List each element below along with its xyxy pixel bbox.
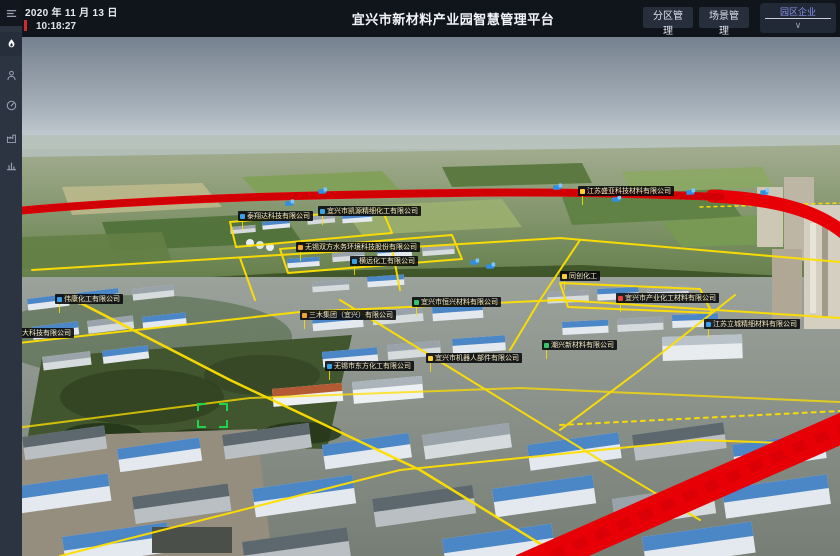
company-type-icon [352, 259, 357, 264]
fire-icon [5, 38, 18, 51]
company-name: 伟康化工有限公司 [64, 295, 120, 304]
company-label[interactable]: 伟康化工有限公司 [55, 294, 123, 304]
company-label[interactable]: 无锡市东方化工有限公司 [325, 361, 414, 371]
company-label[interactable]: 宜兴市机器人部件有限公司 [426, 353, 522, 363]
company-name: 泰翔达科技有限公司 [247, 212, 310, 221]
scene-management-button[interactable]: 场景管理 [699, 7, 749, 28]
company-name: 宜兴市凯源精细化工有限公司 [327, 207, 418, 216]
company-name: 宜兴市产业化工材料有限公司 [625, 294, 716, 303]
company-name: 同创化工 [569, 272, 597, 281]
company-label[interactable]: 江苏立城精细材料有限公司 [704, 319, 800, 329]
company-type-icon [544, 343, 549, 348]
dropdown-label: 园区企业 [760, 5, 836, 18]
company-type-icon [298, 245, 303, 250]
user-icon [5, 69, 18, 82]
personnel-button[interactable] [0, 63, 22, 87]
company-label[interactable]: 宜兴市产业化工材料有限公司 [616, 293, 719, 303]
company-type-icon [580, 189, 585, 194]
company-label[interactable]: 宜兴市恒兴材料有限公司 [412, 297, 501, 307]
company-type-icon [327, 364, 332, 369]
company-type-icon [302, 313, 307, 318]
company-name: 横远化工有限公司 [359, 257, 415, 266]
company-name: 潮兴新材料有限公司 [551, 341, 614, 350]
company-label[interactable]: 三木集团（宜兴）有限公司 [300, 310, 396, 320]
company-label[interactable]: 宜兴市凯源精细化工有限公司 [318, 206, 421, 216]
company-label[interactable]: 泰翔达科技有限公司 [238, 211, 313, 221]
company-type-icon [320, 209, 325, 214]
company-type-icon [428, 356, 433, 361]
company-type-icon [414, 300, 419, 305]
map-3d-view[interactable]: 泰翔达科技有限公司 宜兴市凯源精细化工有限公司无锡双方水务环境科技股份有限公司横远… [22, 37, 840, 556]
company-label[interactable]: 同创化工 [560, 271, 600, 281]
company-label[interactable]: 潮兴新材料有限公司 [542, 340, 617, 350]
enterprise-button[interactable] [0, 126, 22, 150]
zone-management-button[interactable]: 分区管理 [643, 7, 693, 28]
company-label[interactable]: 无锡双方水务环境科技股份有限公司 [296, 242, 420, 252]
company-name: 无锡双方水务环境科技股份有限公司 [305, 243, 417, 252]
company-name: 宜兴市恒兴材料有限公司 [421, 298, 498, 307]
company-type-icon [706, 322, 711, 327]
company-label[interactable]: 江苏盛亚科技材料有限公司 [578, 186, 674, 196]
bar-chart-icon [5, 159, 18, 172]
top-header: 2020 年 11 月 13 日 10:18:27 宜兴市新材料产业园智慧管理平… [22, 0, 840, 37]
company-name: 江苏立城精细材料有限公司 [713, 320, 797, 329]
factory-icon [5, 132, 18, 145]
company-label[interactable]: 横远化工有限公司 [350, 256, 418, 266]
company-type-icon [562, 274, 567, 279]
smart-park-platform: 2020 年 11 月 13 日 10:18:27 宜兴市新材料产业园智慧管理平… [0, 0, 840, 556]
company-type-icon [618, 296, 623, 301]
company-name: 宜兴市机器人部件有限公司 [435, 354, 519, 363]
company-label[interactable]: 宜兴市远大科技有限公司 [22, 328, 74, 338]
menu-toggle-button[interactable] [0, 0, 22, 26]
gauge-icon [5, 99, 18, 112]
company-name: 宜兴市远大科技有限公司 [22, 329, 71, 338]
company-name: 三木集团（宜兴）有限公司 [309, 311, 393, 320]
energy-button[interactable] [0, 93, 22, 117]
statistics-button[interactable] [0, 153, 22, 177]
company-name: 江苏盛亚科技材料有限公司 [587, 187, 671, 196]
menu-icon [5, 7, 18, 20]
company-type-icon [240, 214, 245, 219]
company-type-icon [57, 297, 62, 302]
park-enterprise-dropdown[interactable]: 园区企业 ∨ [760, 3, 836, 33]
fire-monitor-button[interactable] [0, 32, 22, 56]
chevron-down-icon: ∨ [760, 19, 836, 31]
company-name: 无锡市东方化工有限公司 [334, 362, 411, 371]
sidebar [0, 0, 22, 556]
